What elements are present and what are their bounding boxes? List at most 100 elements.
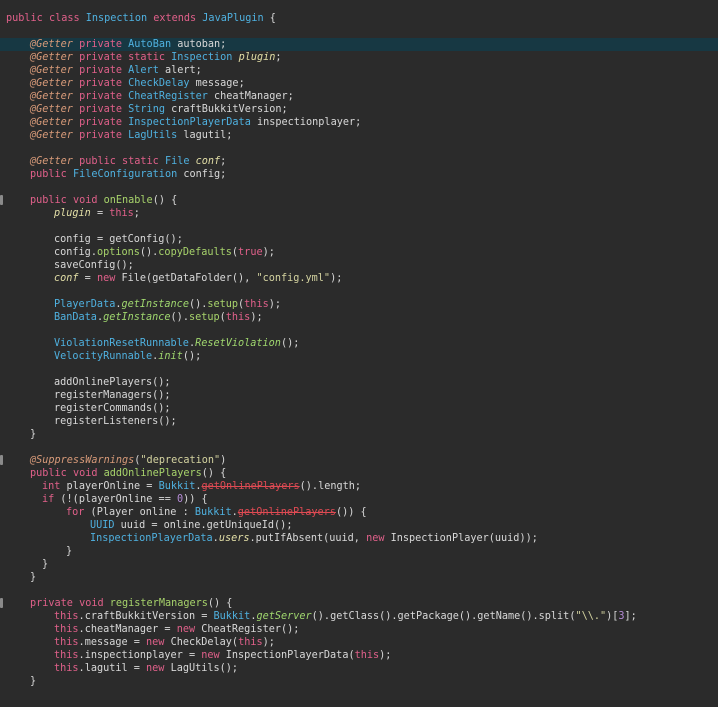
code-line[interactable]: InspectionPlayerData.users.putIfAbsent(u…	[0, 532, 718, 545]
code-token: ViolationResetRunnable	[54, 338, 189, 349]
code-line[interactable]: private void registerManagers() {	[0, 597, 718, 610]
code-line[interactable]: UUID uuid = online.getUniqueId();	[0, 519, 718, 532]
fold-marker[interactable]	[0, 195, 3, 205]
code-token: =	[195, 611, 214, 622]
code-token: =	[127, 663, 147, 674]
code-token: lagutil	[84, 663, 128, 674]
code-line[interactable]: registerManagers();	[0, 389, 718, 402]
code-token: ().	[379, 611, 398, 622]
code-token: InspectionPlayerData	[90, 533, 213, 544]
code-line[interactable]: @Getter private CheatRegister cheatManag…	[0, 90, 718, 103]
code-line[interactable]: config = getConfig();	[0, 233, 718, 246]
code-line[interactable]: }	[0, 545, 718, 558]
code-line[interactable]: ViolationResetRunnable.ResetViolation();	[0, 337, 718, 350]
code-line[interactable]: public void onEnable() {	[0, 194, 718, 207]
code-token: ().	[311, 611, 331, 622]
code-line[interactable]: @Getter private Alert alert;	[0, 64, 718, 77]
code-line[interactable]: @Getter private InspectionPlayerData ins…	[0, 116, 718, 129]
code-token: Player	[96, 507, 140, 518]
code-line[interactable]: registerListeners();	[0, 415, 718, 428]
code-token: craftBukkitVersion	[84, 611, 196, 622]
code-token: addOnlinePlayers	[54, 377, 153, 388]
code-line[interactable]: public FileConfiguration config;	[0, 168, 718, 181]
code-editor[interactable]: public class Inspection extends JavaPlug…	[0, 0, 718, 707]
code-line[interactable]: this.craftBukkitVersion = Bukkit.getServ…	[0, 610, 718, 623]
code-line[interactable]: conf = new File(getDataFolder(), "config…	[0, 272, 718, 285]
code-token: ();	[115, 260, 134, 271]
code-token: ();	[164, 234, 183, 245]
code-line[interactable]: @Getter private LagUtils lagutil;	[0, 129, 718, 142]
code-line[interactable]	[0, 324, 718, 337]
code-line[interactable]: this.lagutil = new LagUtils();	[0, 662, 718, 675]
code-token: VelocityRunnable	[54, 351, 153, 362]
code-token: )[	[606, 611, 619, 622]
code-token: craftBukkitVersion	[171, 104, 282, 115]
code-token: =	[78, 273, 97, 284]
code-line[interactable]: VelocityRunnable.init();	[0, 350, 718, 363]
code-line[interactable]: @SuppressWarnings("deprecation")	[0, 454, 718, 467]
code-line[interactable]	[0, 363, 718, 376]
code-token: {	[269, 13, 276, 24]
fold-marker[interactable]	[0, 598, 3, 608]
code-token: split	[538, 611, 570, 622]
code-token: putIfAbsent	[255, 533, 324, 544]
code-token: ().	[299, 481, 319, 492]
code-token: "config.yml"	[256, 273, 331, 284]
code-token: );	[330, 273, 343, 284]
code-line[interactable]: BanData.getInstance().setup(this);	[0, 311, 718, 324]
code-token: }	[66, 546, 73, 557]
code-token: ()) {	[335, 507, 367, 518]
code-line[interactable]: this.cheatManager = new CheatRegister();	[0, 623, 718, 636]
code-token: int	[42, 481, 67, 492]
code-token: )	[220, 455, 227, 466]
code-token: private	[79, 39, 129, 50]
code-line[interactable]: PlayerData.getInstance().setup(this);	[0, 298, 718, 311]
code-token: public	[6, 13, 49, 24]
code-line[interactable]: for (Player online : Bukkit.getOnlinePla…	[0, 506, 718, 519]
code-token: );	[379, 650, 392, 661]
code-line[interactable]: public void addOnlinePlayers() {	[0, 467, 718, 480]
code-token: new	[146, 663, 171, 674]
code-line[interactable]: }	[0, 571, 718, 584]
fold-marker[interactable]	[0, 455, 3, 465]
code-token: public	[30, 468, 73, 479]
code-line[interactable]	[0, 441, 718, 454]
code-token: @Getter	[30, 65, 80, 76]
code-token: :	[176, 507, 195, 518]
code-line[interactable]: @Getter private String craftBukkitVersio…	[0, 103, 718, 116]
code-line[interactable]: this.message = new CheckDelay(this);	[0, 636, 718, 649]
code-token: this	[54, 637, 79, 648]
code-line[interactable]: config.options().copyDefaults(true);	[0, 246, 718, 259]
code-line[interactable]: @Getter private static Inspection plugin…	[0, 51, 718, 64]
code-token: InspectionPlayerData	[128, 117, 257, 128]
code-line[interactable]	[0, 285, 718, 298]
code-line[interactable]	[0, 25, 718, 38]
code-token: getUniqueId	[206, 520, 275, 531]
code-token: ));	[519, 533, 538, 544]
code-line[interactable]: plugin = this;	[0, 207, 718, 220]
code-line[interactable]: public class Inspection extends JavaPlug…	[0, 12, 718, 25]
code-line[interactable]: if (!(playerOnline == 0)) {	[0, 493, 718, 506]
code-token: ();	[152, 403, 171, 414]
code-line[interactable]: }	[0, 675, 718, 688]
code-token: (),	[231, 273, 257, 284]
code-line[interactable]: this.inspectionplayer = new InspectionPl…	[0, 649, 718, 662]
code-line[interactable]: registerCommands();	[0, 402, 718, 415]
code-token: config	[54, 234, 91, 245]
code-token: playerOnline	[78, 494, 153, 505]
code-line[interactable]: saveConfig();	[0, 259, 718, 272]
code-line[interactable]	[0, 220, 718, 233]
code-line[interactable]: }	[0, 558, 718, 571]
code-token: FileConfiguration	[72, 169, 184, 180]
code-line[interactable]: }	[0, 428, 718, 441]
code-line[interactable]	[0, 142, 718, 155]
code-line[interactable]: addOnlinePlayers();	[0, 376, 718, 389]
code-line[interactable]: @Getter private CheckDelay message;	[0, 77, 718, 90]
code-token: }	[30, 429, 37, 440]
code-token: ();	[219, 663, 239, 674]
code-line[interactable]: @Getter private AutoBan autoban;	[0, 38, 718, 51]
code-line[interactable]	[0, 181, 718, 194]
code-line[interactable]	[0, 584, 718, 597]
code-line[interactable]: @Getter public static File conf;	[0, 155, 718, 168]
code-line[interactable]: int playerOnline = Bukkit.getOnlinePlaye…	[0, 480, 718, 493]
